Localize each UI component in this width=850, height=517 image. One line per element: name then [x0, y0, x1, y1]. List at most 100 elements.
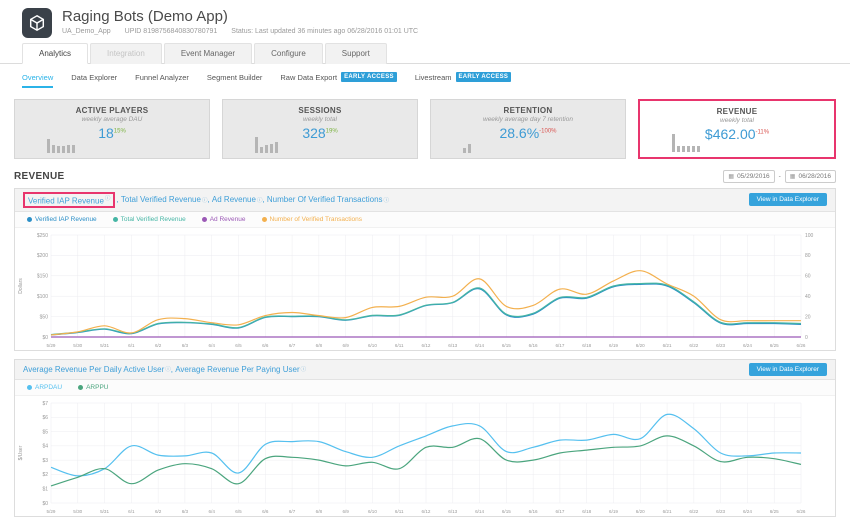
svg-text:6/16: 6/16	[529, 509, 538, 514]
legend-number-of-verified-transactions[interactable]: Number of Verified Transactions	[261, 216, 362, 223]
svg-text:$100: $100	[37, 294, 48, 300]
legend-verified-iap-revenue[interactable]: Verified IAP Revenue	[27, 216, 97, 223]
svg-text:$3: $3	[42, 458, 48, 464]
svg-text:5/30: 5/30	[73, 343, 82, 348]
kpi-delta: -100%	[539, 128, 557, 135]
svg-text:40: 40	[805, 294, 811, 300]
svg-text:6/11: 6/11	[395, 509, 404, 514]
chart1-title: Verified IAP Revenueⓘ Total Verified Rev…	[23, 192, 389, 208]
series-dot-icon	[201, 216, 207, 222]
svg-text:6/20: 6/20	[636, 509, 645, 514]
view-in-data-explorer-button[interactable]: View in Data Explorer	[748, 362, 827, 376]
date-from-picker[interactable]: ▦ 05/29/2016	[723, 170, 775, 183]
svg-text:6/4: 6/4	[209, 343, 216, 348]
revenue-line-chart[interactable]: $0 $50 $100 $150 $200 $250 0 20 40 60 80 100 5/29 5/3…	[15, 228, 835, 350]
info-icon[interactable]: ⓘ	[384, 196, 390, 204]
kpi-card-sessions[interactable]: SESSIONS weekly total 32819%	[222, 99, 418, 159]
metric-link-arpdau[interactable]: Average Revenue Per Daily Active User	[23, 365, 164, 374]
kpi-card-revenue[interactable]: REVENUE weekly total $462.00-11%	[638, 99, 836, 159]
view-in-data-explorer-button[interactable]: View in Data Explorer	[748, 193, 827, 207]
section-title: REVENUE	[14, 171, 65, 182]
revenue-chart-panel: Verified IAP Revenueⓘ Total Verified Rev…	[14, 188, 836, 351]
info-icon[interactable]: ⓘ	[301, 365, 307, 373]
svg-text:6/6: 6/6	[262, 343, 269, 348]
svg-text:6/7: 6/7	[289, 509, 296, 514]
early-access-badge: EARLY ACCESS	[341, 72, 397, 82]
metric-link-arppu[interactable]: Average Revenue Per Paying User	[175, 365, 299, 374]
subnav-data-explorer[interactable]: Data Explorer	[71, 73, 117, 88]
date-separator: -	[778, 173, 781, 180]
kpi-delta: 19%	[325, 128, 338, 135]
svg-text:5/31: 5/31	[100, 509, 109, 514]
metric-link-number-of-verified-transactions[interactable]: Number Of Verified Transactions	[267, 195, 383, 204]
svg-text:$250: $250	[37, 232, 48, 238]
svg-text:6/8: 6/8	[316, 343, 323, 348]
series-dot-icon	[27, 216, 32, 222]
arpu-line-chart[interactable]: $0 $1 $2 $3 $4 $5 $6 $7 5/29 5/30 5/31 6/1 6/2 6/3 6/4…	[15, 396, 835, 516]
metric-link-ad-revenue[interactable]: Ad Revenue	[212, 195, 256, 204]
svg-text:$50: $50	[40, 314, 49, 320]
info-icon[interactable]: ⓘ	[202, 196, 208, 204]
legend-arpdau[interactable]: ARPDAU	[27, 384, 62, 391]
series-dot-icon	[112, 216, 118, 222]
svg-text:6/17: 6/17	[555, 343, 564, 348]
svg-text:6/7: 6/7	[289, 343, 296, 348]
svg-text:6/4: 6/4	[209, 509, 216, 514]
svg-text:6/26: 6/26	[797, 343, 806, 348]
svg-text:6/19: 6/19	[609, 509, 618, 514]
svg-text:$5: $5	[42, 429, 48, 435]
svg-text:6/3: 6/3	[182, 343, 189, 348]
metric-link-total-verified-revenue[interactable]: Total Verified Revenue	[121, 195, 201, 204]
chart2-legend: ARPDAU ARPPU	[15, 379, 835, 396]
legend-ad-revenue[interactable]: Ad Revenue	[201, 216, 246, 223]
tab-integration[interactable]: Integration	[90, 43, 162, 64]
svg-text:6/5: 6/5	[235, 509, 242, 514]
tab-configure[interactable]: Configure	[254, 43, 323, 64]
svg-text:6/14: 6/14	[475, 343, 484, 348]
tab-event-manager[interactable]: Event Manager	[163, 43, 253, 64]
subnav-segment-builder[interactable]: Segment Builder	[207, 73, 262, 88]
info-icon[interactable]: ⓘ	[105, 196, 111, 202]
kpi-mini-bars	[463, 144, 471, 153]
svg-text:$2: $2	[42, 472, 48, 478]
svg-text:$1: $1	[42, 486, 48, 492]
svg-text:6/19: 6/19	[609, 343, 618, 348]
svg-text:6/23: 6/23	[716, 509, 725, 514]
svg-text:$6: $6	[42, 415, 48, 421]
info-icon[interactable]: ⓘ	[165, 365, 171, 373]
svg-text:6/25: 6/25	[770, 343, 779, 348]
legend-arppu[interactable]: ARPPU	[78, 384, 109, 391]
kpi-card-active-players[interactable]: ACTIVE PLAYERS weekly average DAU 1815%	[14, 99, 210, 159]
tab-support[interactable]: Support	[324, 43, 387, 64]
svg-text:60: 60	[805, 273, 811, 279]
svg-text:6/2: 6/2	[155, 343, 162, 348]
svg-text:6/6: 6/6	[262, 509, 269, 514]
svg-text:6/22: 6/22	[689, 343, 698, 348]
svg-text:6/12: 6/12	[422, 509, 431, 514]
tab-analytics[interactable]: Analytics	[22, 43, 89, 64]
subnav-overview[interactable]: Overview	[22, 73, 54, 88]
svg-text:6/25: 6/25	[770, 509, 779, 514]
kpi-delta: 15%	[113, 128, 126, 135]
info-icon[interactable]: ⓘ	[257, 196, 263, 204]
svg-text:6/9: 6/9	[342, 509, 349, 514]
subnav-raw-data-export[interactable]: Raw Data Export EARLY ACCESS	[280, 72, 397, 88]
svg-text:Dollars: Dollars	[18, 277, 24, 293]
kpi-card-retention[interactable]: RETENTION weekly average day 7 retention…	[430, 99, 626, 159]
svg-text:6/21: 6/21	[663, 509, 672, 514]
date-to-picker[interactable]: ▦ 06/28/2016	[784, 170, 836, 183]
svg-text:$200: $200	[37, 253, 48, 259]
kpi-mini-bars	[255, 137, 278, 153]
subnav-livestream[interactable]: Livestream EARLY ACCESS	[415, 72, 512, 88]
svg-text:6/24: 6/24	[743, 509, 752, 514]
subnav-funnel-analyzer[interactable]: Funnel Analyzer	[135, 73, 189, 88]
svg-text:80: 80	[805, 253, 811, 259]
svg-text:5/31: 5/31	[100, 343, 109, 348]
svg-text:6/10: 6/10	[368, 343, 377, 348]
metric-link-verified-iap-revenue[interactable]: Verified IAP Revenue	[28, 197, 104, 206]
legend-total-verified-revenue[interactable]: Total Verified Revenue	[112, 216, 186, 223]
chart1-legend: Verified IAP Revenue Total Verified Reve…	[15, 211, 835, 228]
svg-text:6/21: 6/21	[663, 343, 672, 348]
kpi-row: ACTIVE PLAYERS weekly average DAU 1815% …	[14, 99, 836, 159]
main-tabbar: Analytics Integration Event Manager Conf…	[0, 43, 850, 64]
